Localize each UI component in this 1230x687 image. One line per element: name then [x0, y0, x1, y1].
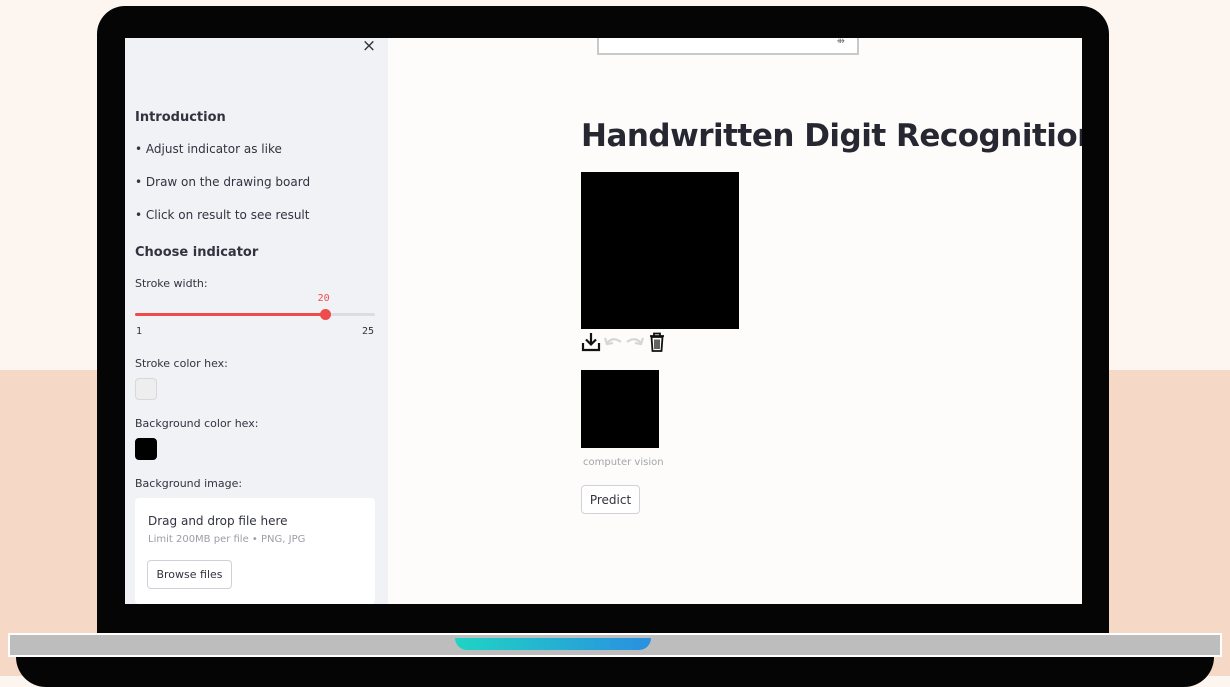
slider-value: 20 [317, 293, 330, 304]
sidebar: × Introduction • Adjust indicator as lik… [125, 38, 388, 604]
slider-min-label: 1 [136, 326, 143, 337]
file-limit-text: Limit 200MB per file • PNG, JPG [148, 534, 306, 545]
download-icon[interactable] [581, 331, 601, 353]
background-color-picker[interactable] [135, 438, 157, 460]
trash-icon[interactable] [647, 331, 667, 353]
background-image-label: Background image: [135, 477, 243, 490]
drawing-canvas[interactable] [581, 172, 739, 329]
bullet-item: • Draw on the drawing board [135, 175, 311, 189]
drop-zone-text: Drag and drop file here [148, 514, 288, 528]
introduction-heading: Introduction [135, 110, 226, 125]
stroke-color-picker[interactable] [135, 378, 157, 400]
predict-button[interactable]: Predict [581, 485, 640, 514]
choose-indicator-heading: Choose indicator [135, 245, 259, 260]
bullet-item: • Click on result to see result [135, 208, 310, 222]
slider-fill [135, 313, 325, 316]
page-title: Handwritten Digit Recognition [581, 118, 1082, 154]
bullet-item: • Adjust indicator as like [135, 142, 282, 156]
app-screen: × Introduction • Adjust indicator as lik… [125, 38, 1082, 604]
browse-files-button[interactable]: Browse files [147, 560, 232, 589]
slider-thumb[interactable] [319, 309, 331, 320]
close-sidebar-icon[interactable]: × [361, 38, 377, 55]
top-element: ⇻ [597, 38, 859, 55]
laptop-notch [455, 638, 651, 650]
slider-max-label: 25 [362, 326, 375, 337]
undo-icon[interactable] [603, 331, 623, 353]
stroke-width-label: Stroke width: [135, 277, 208, 290]
pin-icon: ⇻ [836, 38, 845, 47]
result-caption: computer vision [583, 457, 664, 468]
stroke-width-slider[interactable]: 20 [135, 293, 375, 320]
laptop-foot [16, 657, 1214, 687]
result-image[interactable] [581, 370, 659, 448]
stroke-color-label: Stroke color hex: [135, 357, 228, 370]
file-uploader[interactable]: Drag and drop file here Limit 200MB per … [135, 498, 375, 604]
redo-icon[interactable] [625, 331, 645, 353]
background-color-label: Background color hex: [135, 417, 259, 430]
